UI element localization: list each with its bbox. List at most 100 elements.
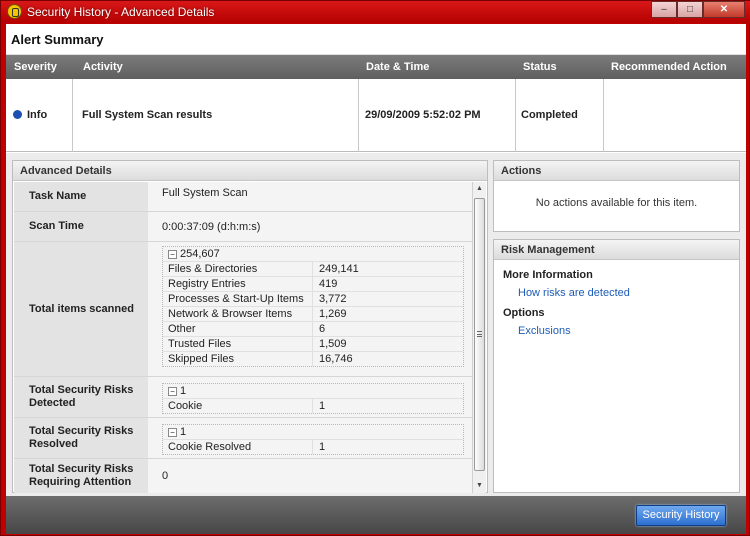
risks-attention-label: Total Security Risks Requiring Attention <box>14 459 148 493</box>
scanned-total: 254,607 <box>180 248 220 260</box>
norton-icon <box>7 4 22 19</box>
window-controls: – □ ✕ <box>651 1 745 18</box>
column-divider <box>72 79 73 152</box>
item-value: 16,746 <box>319 353 353 365</box>
item-value: 419 <box>319 278 338 290</box>
scan-time-label: Scan Time <box>14 212 148 241</box>
risks-resolved-label: Total Security Risks Resolved <box>14 418 148 458</box>
column-divider <box>515 79 516 152</box>
risks-attention-row: Total Security Risks Requiring Attention… <box>14 459 472 493</box>
maximize-button[interactable]: □ <box>677 1 703 18</box>
risks-detected-breakdown: −1 Cookie 1 <box>162 383 464 414</box>
scan-time-row: Scan Time 0:00:37:09 (d:h:m:s) <box>14 212 472 242</box>
item-key: Cookie <box>163 399 313 413</box>
task-name-value: Full System Scan <box>148 182 472 211</box>
list-item: Trusted Files 1,509 <box>163 336 463 351</box>
alert-summary-header: Alert Summary <box>6 24 746 55</box>
item-value: 249,141 <box>319 263 359 275</box>
close-button[interactable]: ✕ <box>703 1 745 18</box>
risks-resolved-group-header[interactable]: −1 <box>163 425 463 439</box>
item-value: 3,772 <box>319 293 347 305</box>
item-key: Registry Entries <box>163 277 313 291</box>
item-key: Other <box>163 322 313 336</box>
minimize-button[interactable]: – <box>651 1 677 18</box>
item-key: Trusted Files <box>163 337 313 351</box>
list-item: Cookie 1 <box>163 398 463 413</box>
list-item: Cookie Resolved 1 <box>163 439 463 454</box>
datetime-cell: 29/09/2009 5:52:02 PM <box>365 109 481 121</box>
list-item: Files & Directories 249,141 <box>163 261 463 276</box>
status-cell: Completed <box>521 109 578 121</box>
actions-title: Actions <box>494 161 739 181</box>
item-value: 1 <box>319 400 326 412</box>
item-key: Files & Directories <box>163 262 313 276</box>
scan-time-value: 0:00:37:09 (d:h:m:s) <box>148 212 472 241</box>
item-key: Processes & Start-Up Items <box>163 292 313 306</box>
risks-resolved-total: 1 <box>180 426 187 438</box>
exclusions-link[interactable]: Exclusions <box>518 325 571 337</box>
risks-detected-total: 1 <box>180 385 187 397</box>
window-client: Alert Summary Severity Activity Date & T… <box>6 24 746 534</box>
severity-cell: Info <box>13 79 47 152</box>
activity-cell: Full System Scan results <box>82 109 213 121</box>
list-item: Other 6 <box>163 321 463 336</box>
total-scanned-row: Total items scanned −254,607 Files & Dir… <box>14 242 472 377</box>
grip-icon <box>477 331 482 337</box>
risks-attention-value: 0 <box>148 459 472 493</box>
task-name-row: Task Name Full System Scan <box>14 182 472 212</box>
more-information-label: More Information <box>503 269 593 281</box>
risks-resolved-row: Total Security Risks Resolved −1 Cookie … <box>14 418 472 459</box>
vertical-scrollbar[interactable]: ▲ ▼ <box>472 182 486 493</box>
options-label: Options <box>503 307 545 319</box>
risk-management-panel: Risk Management More Information How ris… <box>493 239 740 493</box>
col-severity[interactable]: Severity <box>14 61 57 73</box>
scanned-breakdown: −254,607 Files & Directories 249,141 Regi… <box>162 246 464 367</box>
severity-value: Info <box>27 109 48 121</box>
window-title: Security History - Advanced Details <box>27 5 215 19</box>
item-value: 1,509 <box>319 338 347 350</box>
minus-box-icon[interactable]: − <box>168 250 177 259</box>
info-dot-icon <box>13 110 22 119</box>
col-recommended-action[interactable]: Recommended Action <box>611 61 727 73</box>
minus-box-icon[interactable]: − <box>168 428 177 437</box>
list-item: Processes & Start-Up Items 3,772 <box>163 291 463 306</box>
list-item: Skipped Files 16,746 <box>163 351 463 366</box>
col-status[interactable]: Status <box>523 61 557 73</box>
actions-message: No actions available for this item. <box>535 197 698 209</box>
advanced-details-panel: Advanced Details Task Name Full System S… <box>12 160 488 493</box>
minus-box-icon[interactable]: − <box>168 387 177 396</box>
col-activity[interactable]: Activity <box>83 61 123 73</box>
window-frame: Security History - Advanced Details – □ … <box>0 0 750 536</box>
total-scanned-label: Total items scanned <box>14 242 148 376</box>
item-key: Network & Browser Items <box>163 307 313 321</box>
risk-management-title: Risk Management <box>494 240 739 260</box>
security-history-button[interactable]: Security History <box>636 505 726 526</box>
alert-row[interactable]: Info Full System Scan results 29/09/2009… <box>6 79 746 152</box>
list-item: Registry Entries 419 <box>163 276 463 291</box>
scroll-down-icon[interactable]: ▼ <box>473 479 486 493</box>
footer-bar: Security History <box>6 496 746 534</box>
alert-table-header: Severity Activity Date & Time Status Rec… <box>6 55 746 79</box>
how-risks-detected-link[interactable]: How risks are detected <box>518 287 630 299</box>
advanced-details-body: Task Name Full System Scan Scan Time 0:0… <box>14 182 472 493</box>
scroll-thumb[interactable] <box>474 198 485 471</box>
column-divider <box>603 79 604 152</box>
risks-resolved-breakdown: −1 Cookie Resolved 1 <box>162 424 464 455</box>
title-bar[interactable]: Security History - Advanced Details – □ … <box>1 1 750 23</box>
column-divider <box>358 79 359 152</box>
advanced-details-title: Advanced Details <box>13 161 487 181</box>
scroll-up-icon[interactable]: ▲ <box>473 182 486 196</box>
item-value: 1 <box>319 441 326 453</box>
risks-detected-row: Total Security Risks Detected −1 Cookie 1 <box>14 377 472 418</box>
task-name-label: Task Name <box>14 182 148 211</box>
item-value: 6 <box>319 323 326 335</box>
actions-panel: Actions No actions available for this it… <box>493 160 740 232</box>
item-value: 1,269 <box>319 308 347 320</box>
risks-detected-label: Total Security Risks Detected <box>14 377 148 417</box>
list-item: Network & Browser Items 1,269 <box>163 306 463 321</box>
alert-summary-title: Alert Summary <box>11 32 104 47</box>
item-key: Cookie Resolved <box>163 440 313 454</box>
risks-detected-group-header[interactable]: −1 <box>163 384 463 398</box>
scanned-group-header[interactable]: −254,607 <box>163 247 463 261</box>
col-datetime[interactable]: Date & Time <box>366 61 429 73</box>
